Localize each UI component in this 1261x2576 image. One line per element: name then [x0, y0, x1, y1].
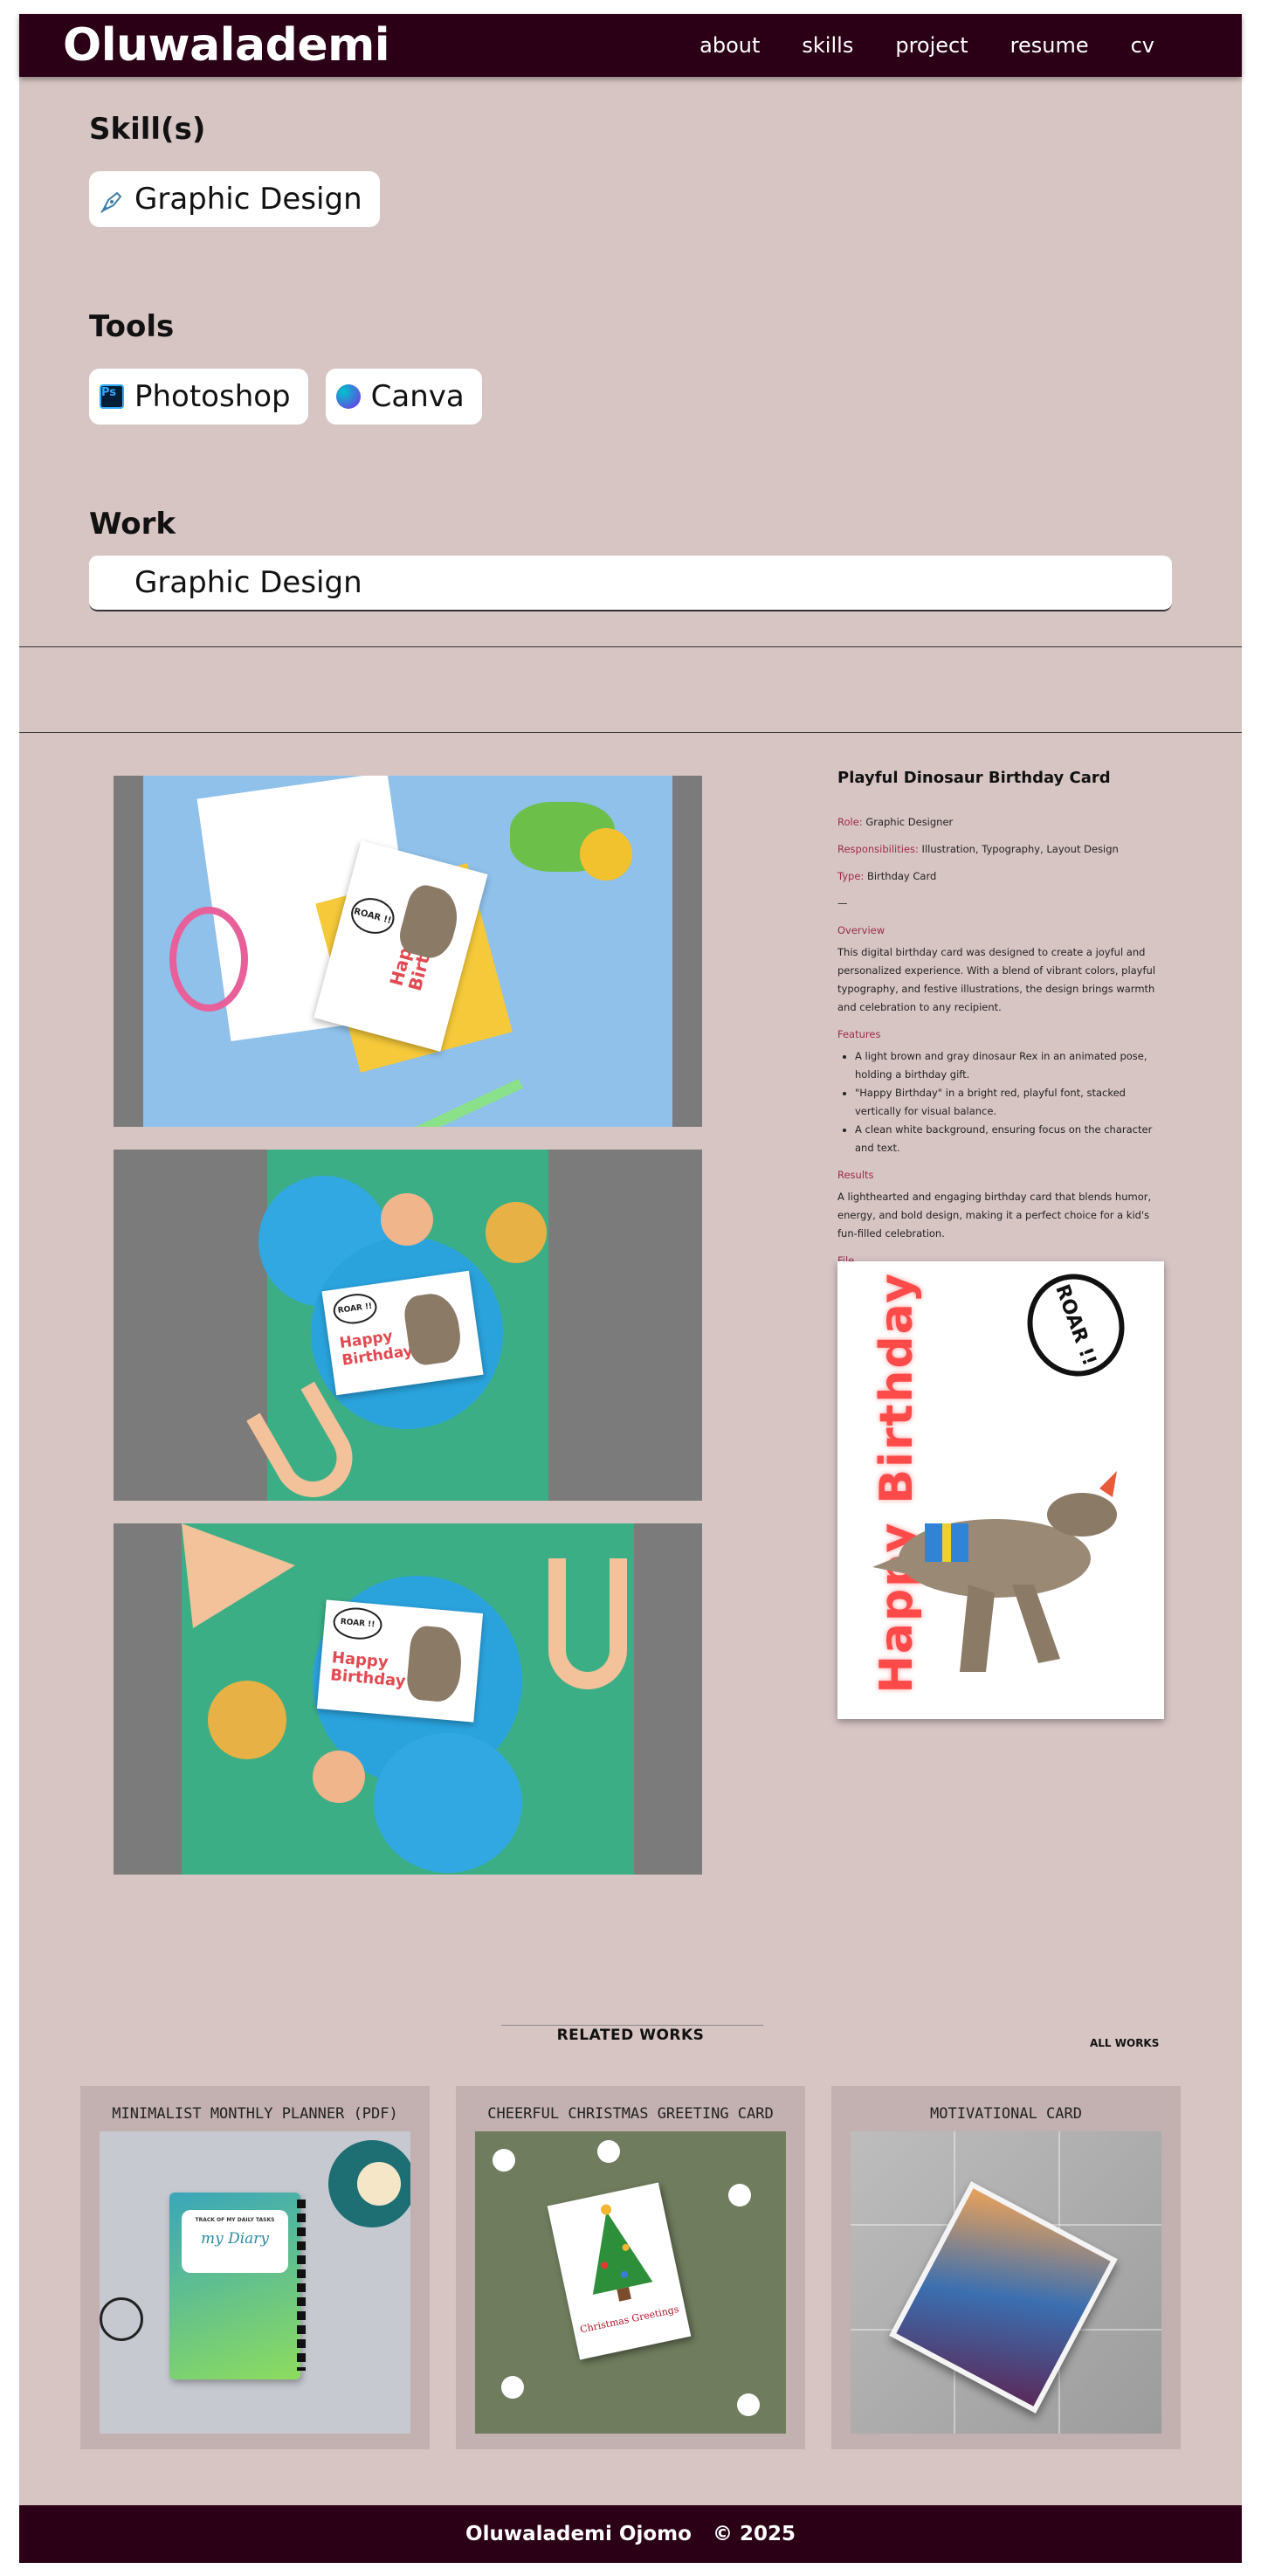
related-divider [501, 2025, 763, 2026]
site-logo[interactable]: Oluwalademi [63, 19, 390, 72]
mockup-photo-green-table: ROAR !! Happy Birthday [246, 1150, 548, 1501]
features-label: Features [837, 1028, 881, 1040]
skills-chips: Graphic Design [89, 171, 380, 227]
related-card-title: MINIMALIST MONTHLY PLANNER (PDF) [112, 2105, 398, 2123]
roar-speech-bubble: ROAR !! [1013, 1261, 1139, 1391]
role-label: Role: [837, 816, 863, 828]
birthday-card-mockup: ROAR !! Happy Birthday [316, 1599, 484, 1723]
project-title: Playful Dinosaur Birthday Card [837, 769, 1111, 787]
project-details: Playful Dinosaur Birthday Card Role: Gra… [837, 769, 1162, 1279]
dinosaur-illustration [405, 1625, 465, 1703]
tool-chip-photoshop: Ps Photoshop [89, 369, 308, 425]
file-preview-card[interactable]: Happy Birthday ROAR !! [837, 1261, 1164, 1719]
details-divider: — [837, 897, 848, 909]
nav-link-project[interactable]: project [895, 33, 968, 58]
footer: Oluwalademi Ojomo © 2025 [19, 2505, 1242, 2563]
gallery-image-2[interactable]: ROAR !! Happy Birthday [114, 1150, 702, 1501]
birthday-card-mockup: ROAR !! Happy Birthday [321, 1270, 484, 1396]
tools-heading: Tools [89, 309, 175, 344]
responsibilities-value: Illustration, Typography, Layout Design [921, 843, 1119, 855]
related-works-heading: RELATED WORKS [556, 2027, 705, 2044]
photoshop-icon: Ps [100, 384, 124, 409]
planner-photo: TRACK OF MY DAILY TASKS my Diary [100, 2131, 410, 2434]
footer-copyright: © 2025 [712, 2523, 796, 2545]
related-card-planner[interactable]: MINIMALIST MONTHLY PLANNER (PDF) TRACK O… [80, 2086, 430, 2449]
nav-link-resume[interactable]: resume [1010, 33, 1089, 58]
role-value: Graphic Designer [865, 816, 954, 828]
christmas-photo: Christmas Greetings [475, 2131, 786, 2434]
motivational-photo [851, 2131, 1161, 2434]
nav-link-skills[interactable]: skills [802, 33, 853, 58]
feature-item: "Happy Birthday" in a bright red, playfu… [855, 1084, 1162, 1121]
tool-label-photoshop: Photoshop [134, 379, 291, 414]
work-tab-graphic-design[interactable]: Graphic Design [89, 556, 1172, 611]
dinosaur-illustration [395, 881, 465, 963]
tool-chip-canva: Canva [325, 369, 482, 425]
type-label: Type: [837, 870, 865, 882]
work-heading: Work [89, 507, 176, 542]
related-card-title: CHEERFUL CHRISTMAS GREETING CARD [487, 2105, 774, 2123]
tools-chips: Ps Photoshop Canva [89, 369, 482, 425]
related-card-christmas[interactable]: CHEERFUL CHRISTMAS GREETING CARD Christm… [456, 2086, 805, 2449]
related-card-title: MOTIVATIONAL CARD [930, 2105, 1082, 2123]
related-card-motivational[interactable]: MOTIVATIONAL CARD [831, 2086, 1181, 2449]
dinosaur-illustration [864, 1462, 1117, 1689]
results-text: A lighthearted and engaging birthday car… [837, 1191, 1152, 1240]
features-list: A light brown and gray dinosaur Rex in a… [855, 1047, 1162, 1157]
pen-tool-icon [100, 187, 124, 213]
mockup-photo-craft-table: ROAR !! Happy Birthday [143, 776, 672, 1127]
gallery-image-3[interactable]: ROAR !! Happy Birthday [114, 1523, 702, 1875]
divider-top [19, 646, 1242, 647]
skill-chip-graphic-design: Graphic Design [89, 171, 380, 227]
divider-bottom [19, 732, 1242, 733]
skill-label: Graphic Design [134, 182, 362, 217]
canva-icon [335, 384, 361, 409]
overview-text: This digital birthday card was designed … [837, 946, 1156, 1013]
all-works-link[interactable]: ALL WORKS [1090, 2037, 1159, 2049]
scissors-shape [169, 907, 248, 1012]
mockup-photo-green-table-2: ROAR !! Happy Birthday [182, 1523, 634, 1875]
responsibilities-label: Responsibilities: [837, 843, 919, 855]
skills-heading: Skill(s) [89, 112, 206, 147]
christmas-card: Christmas Greetings [547, 2182, 692, 2360]
type-value: Birthday Card [866, 870, 937, 882]
diary-cover: TRACK OF MY DAILY TASKS my Diary [169, 2193, 306, 2379]
results-label: Results [837, 1169, 874, 1181]
nav-link-cv[interactable]: cv [1131, 33, 1154, 58]
feature-item: A light brown and gray dinosaur Rex in a… [855, 1047, 1162, 1084]
overview-label: Overview [837, 924, 885, 936]
nav-link-about[interactable]: about [699, 33, 760, 58]
top-nav: Oluwalademi about skills project resume … [19, 14, 1242, 77]
feature-item: A clean white background, ensuring focus… [855, 1121, 1162, 1157]
gallery-image-1[interactable]: ROAR !! Happy Birthday [114, 776, 702, 1127]
nav-links: about skills project resume cv [699, 33, 1154, 58]
glasses-shape [100, 2297, 143, 2341]
tool-label-canva: Canva [370, 379, 465, 414]
footer-name: Oluwalademi Ojomo [465, 2523, 692, 2545]
dinosaur-illustration [402, 1290, 464, 1367]
